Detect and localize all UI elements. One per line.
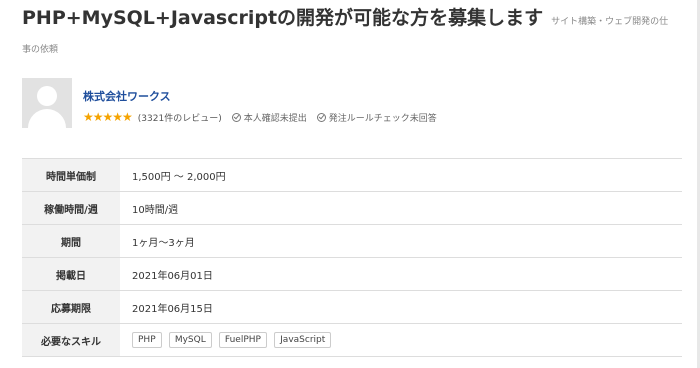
client-name-link[interactable]: 株式会社ワークス — [83, 88, 171, 104]
row-value: 10時間/週 — [132, 204, 179, 216]
skill-tag[interactable]: FuelPHP — [218, 332, 267, 348]
table-row: 必要なスキル PHP MySQL FuelPHP JavaScript — [22, 323, 682, 357]
table-row: 応募期限 2021年06月15日 — [22, 290, 682, 324]
skills-cell: PHP MySQL FuelPHP JavaScript — [120, 324, 682, 357]
row-label: 応募期限 — [22, 290, 120, 324]
check-circle-icon — [316, 112, 326, 122]
category-link[interactable]: サイト構築・ウェブ開発の仕 — [551, 17, 668, 27]
avatar[interactable] — [22, 78, 72, 128]
category-link-continued[interactable]: 事の依頼 — [22, 42, 58, 55]
rule-check-status: 発注ルールチェック未回答 — [316, 111, 437, 124]
rating-row: ★★★★★ (3321件のレビュー) 本人確認未提出 発注ルールチェック未回答 — [83, 110, 447, 124]
row-label: 稼働時間/週 — [22, 191, 120, 225]
row-value: 1,500円 〜 2,000円 — [132, 171, 226, 183]
job-title: PHP+MySQL+Javascriptの開発が可能な方を募集します — [22, 7, 544, 29]
row-value: 1ヶ月〜3ヶ月 — [132, 237, 195, 249]
table-row: 期間 1ヶ月〜3ヶ月 — [22, 224, 682, 258]
row-value: 2021年06月15日 — [132, 303, 213, 315]
skill-tag[interactable]: PHP — [132, 332, 162, 348]
table-row: 稼働時間/週 10時間/週 — [22, 191, 682, 225]
row-value: 2021年06月01日 — [132, 270, 213, 282]
job-header: PHP+MySQL+Javascriptの開発が可能な方を募集します サイト構築・… — [22, 9, 682, 28]
rule-check-status-label: 発注ルールチェック未回答 — [328, 113, 437, 124]
row-label: 時間単価制 — [22, 158, 120, 192]
review-count-link[interactable]: (3321件のレビュー) — [138, 111, 222, 124]
row-label: 期間 — [22, 224, 120, 258]
skill-tag[interactable]: MySQL — [168, 332, 212, 348]
job-details-table: 時間単価制 1,500円 〜 2,000円 稼働時間/週 10時間/週 期間 1… — [22, 158, 682, 357]
check-circle-icon — [231, 112, 241, 122]
rating-stars: ★★★★★ — [83, 110, 133, 124]
identity-status-label: 本人確認未提出 — [243, 113, 307, 124]
table-row: 時間単価制 1,500円 〜 2,000円 — [22, 158, 682, 192]
row-label: 掲載日 — [22, 257, 120, 291]
row-label: 必要なスキル — [22, 323, 120, 357]
client-info: 株式会社ワークス ★★★★★ (3321件のレビュー) 本人確認未提出 発注ルー… — [22, 78, 622, 130]
skill-tag[interactable]: JavaScript — [274, 332, 332, 348]
table-row: 掲載日 2021年06月01日 — [22, 257, 682, 291]
identity-status: 本人確認未提出 — [231, 111, 307, 124]
